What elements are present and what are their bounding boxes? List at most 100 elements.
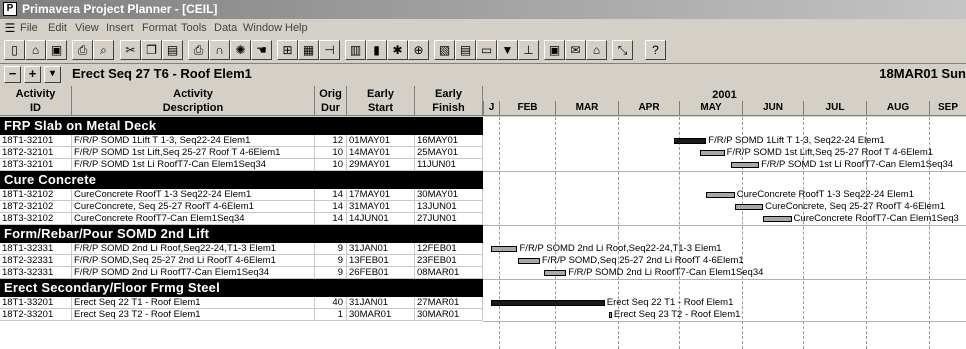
cell-start[interactable]: 01MAY01 <box>347 135 415 147</box>
cell-finish[interactable]: 27MAR01 <box>415 297 483 309</box>
cell-id[interactable]: 18T3-32331 <box>0 267 72 279</box>
col-header-orig-dur[interactable]: Orig Dur <box>315 86 347 116</box>
screen-icon[interactable]: ▣ <box>544 40 565 60</box>
collapse-button[interactable]: − <box>4 66 21 83</box>
hand-icon[interactable]: ☚ <box>251 40 272 60</box>
cell-id[interactable]: 18T3-32101 <box>0 159 72 171</box>
cell-desc[interactable]: Erect Seq 22 T1 - Roof Elem1 <box>72 297 315 309</box>
app-icon[interactable]: P <box>3 2 17 16</box>
bar-chart-icon[interactable]: ▥ <box>345 40 366 60</box>
cell-desc[interactable]: F/R/P SOMD 1st Li RoofT7-Can Elem1Seq34 <box>72 159 315 171</box>
cell-id[interactable]: 18T1-32102 <box>0 189 72 201</box>
cell-desc[interactable]: CureConcrete, Seq 25-27 RoofT 4-6Elem1 <box>72 201 315 213</box>
cell-start[interactable]: 29MAY01 <box>347 159 415 171</box>
cell-dur[interactable]: 40 <box>315 297 347 309</box>
gantt-bar[interactable] <box>491 300 605 306</box>
table-icon[interactable]: ▦ <box>298 40 319 60</box>
cell-dur[interactable]: 1 <box>315 309 347 321</box>
cell-dur[interactable]: 10 <box>315 147 347 159</box>
schedule-icon[interactable]: ▭ <box>476 40 497 60</box>
cell-desc[interactable]: F/R/P SOMD 2nd Li Roof,Seq22-24,T1-3 Ele… <box>72 243 315 255</box>
group-band[interactable]: FRP Slab on Metal Deck <box>0 117 483 135</box>
menu-tools[interactable]: Tools <box>181 22 207 34</box>
gantt-bar[interactable] <box>608 312 612 318</box>
activity-row[interactable]: 18T3-32331 F/R/P SOMD 2nd Li RoofT7-Can E… <box>0 267 483 279</box>
menu-window[interactable]: Window <box>243 22 282 34</box>
format-icon[interactable]: ▧ <box>434 40 455 60</box>
network-icon[interactable]: ⊕ <box>408 40 429 60</box>
print-icon[interactable]: ⎙ <box>72 40 93 60</box>
filter-icon[interactable]: ▼ <box>497 40 518 60</box>
menu-file[interactable]: File <box>20 22 38 34</box>
col-header-early-finish[interactable]: Early Finish <box>415 86 483 116</box>
activity-row[interactable]: 18T3-32102 CureConcrete RoofT7-Can Elem1S… <box>0 213 483 225</box>
cell-finish[interactable]: 27JUN01 <box>415 213 483 225</box>
cell-start[interactable]: 31JAN01 <box>347 297 415 309</box>
open-icon[interactable]: ⌂ <box>25 40 46 60</box>
activity-row[interactable]: 18T2-33201 Erect Seq 23 T2 - Roof Elem1 1 3… <box>0 309 483 321</box>
activity-row[interactable]: 18T1-32102 CureConcrete RoofT 1-3 Seq22-2… <box>0 189 483 201</box>
cell-finish[interactable]: 23FEB01 <box>415 255 483 267</box>
group-band[interactable]: Form/Rebar/Pour SOMD 2nd Lift <box>0 225 483 243</box>
cell-finish[interactable]: 25MAY01 <box>415 147 483 159</box>
gantt-bar[interactable] <box>706 192 735 198</box>
cell-desc[interactable]: F/R/P SOMD 2nd Li RoofT7-Can Elem1Seq34 <box>72 267 315 279</box>
cell-dur[interactable]: 14 <box>315 201 347 213</box>
cut-icon[interactable]: ✂ <box>120 40 141 60</box>
activity-row[interactable]: 18T1-32331 F/R/P SOMD 2nd Li Roof,Seq22-2… <box>0 243 483 255</box>
print-preview-icon[interactable]: ⌕ <box>93 40 114 60</box>
cell-start[interactable]: 14JUN01 <box>347 213 415 225</box>
copy-icon[interactable]: ❐ <box>141 40 162 60</box>
gantt-bar[interactable] <box>700 150 725 156</box>
star-icon[interactable]: ✱ <box>387 40 408 60</box>
activity-row[interactable]: 18T2-32331 F/R/P SOMD,Seq 25-27 2nd Li Ro… <box>0 255 483 267</box>
cell-desc[interactable]: F/R/P SOMD 1Lift T 1-3, Seq22-24 Elem1 <box>72 135 315 147</box>
cell-start[interactable]: 31MAY01 <box>347 201 415 213</box>
new-icon[interactable]: ▯ <box>4 40 25 60</box>
menu-help[interactable]: Help <box>285 22 308 34</box>
activity-row[interactable]: 18T2-32101 F/R/P SOMD 1st Lift,Seq 25-27 … <box>0 147 483 159</box>
edit-field[interactable]: Erect Seq 27 T6 - Roof Elem1 <box>72 66 252 81</box>
save-icon[interactable]: ▣ <box>46 40 67 60</box>
cell-finish[interactable]: 16MAY01 <box>415 135 483 147</box>
cell-dur[interactable]: 14 <box>315 213 347 225</box>
cell-finish[interactable]: 11JUN01 <box>415 159 483 171</box>
document-menu-icon[interactable]: ☰ <box>3 21 17 35</box>
gantt-bar[interactable] <box>543 270 567 276</box>
printer-icon[interactable]: ⎙ <box>188 40 209 60</box>
cell-start[interactable]: 14MAY01 <box>347 147 415 159</box>
cell-id[interactable]: 18T1-32331 <box>0 243 72 255</box>
paste-icon[interactable]: ▤ <box>162 40 183 60</box>
group-band[interactable]: Erect Secondary/Floor Frmg Steel <box>0 279 483 297</box>
cell-finish[interactable]: 13JUN01 <box>415 201 483 213</box>
expand-button[interactable]: + <box>24 66 41 83</box>
menu-insert[interactable]: Insert <box>106 22 134 34</box>
cell-desc[interactable]: F/R/P SOMD 1st Lift,Seq 25-27 Roof T 4-6… <box>72 147 315 159</box>
edit-dropdown-button[interactable]: ▾ <box>44 66 61 83</box>
cell-start[interactable]: 26FEB01 <box>347 267 415 279</box>
menu-format[interactable]: Format <box>142 22 177 34</box>
cell-id[interactable]: 18T1-33201 <box>0 297 72 309</box>
web-icon[interactable]: ✺ <box>230 40 251 60</box>
cell-desc[interactable]: F/R/P SOMD,Seq 25-27 2nd Li RoofT 4-6Ele… <box>72 255 315 267</box>
gantt-bar[interactable] <box>491 246 518 252</box>
cell-dur[interactable]: 14 <box>315 189 347 201</box>
attach-icon[interactable]: ⌂ <box>586 40 607 60</box>
gantt-bar[interactable] <box>517 258 540 264</box>
cell-dur[interactable]: 9 <box>315 255 347 267</box>
gantt-chart[interactable]: F/R/P SOMD 1Lift T 1-3, Seq22-24 Elem1 F/… <box>483 117 966 349</box>
cell-id[interactable]: 18T3-32102 <box>0 213 72 225</box>
activity-row[interactable]: 18T1-33201 Erect Seq 22 T1 - Roof Elem1 40… <box>0 297 483 309</box>
activity-row[interactable]: 18T2-32102 CureConcrete, Seq 25-27 RoofT … <box>0 201 483 213</box>
col-header-activity-id[interactable]: Activity ID <box>0 86 72 116</box>
cell-dur[interactable]: 9 <box>315 243 347 255</box>
cell-desc[interactable]: CureConcrete RoofT 1-3 Seq22-24 Elem1 <box>72 189 315 201</box>
cell-start[interactable]: 31JAN01 <box>347 243 415 255</box>
cell-id[interactable]: 18T2-32101 <box>0 147 72 159</box>
gantt-bar[interactable] <box>730 162 760 168</box>
gantt-bar[interactable] <box>673 138 707 144</box>
cell-finish[interactable]: 08MAR01 <box>415 267 483 279</box>
cell-desc[interactable]: CureConcrete RoofT7-Can Elem1Seq34 <box>72 213 315 225</box>
menu-view[interactable]: View <box>75 22 99 34</box>
cell-dur[interactable]: 10 <box>315 159 347 171</box>
